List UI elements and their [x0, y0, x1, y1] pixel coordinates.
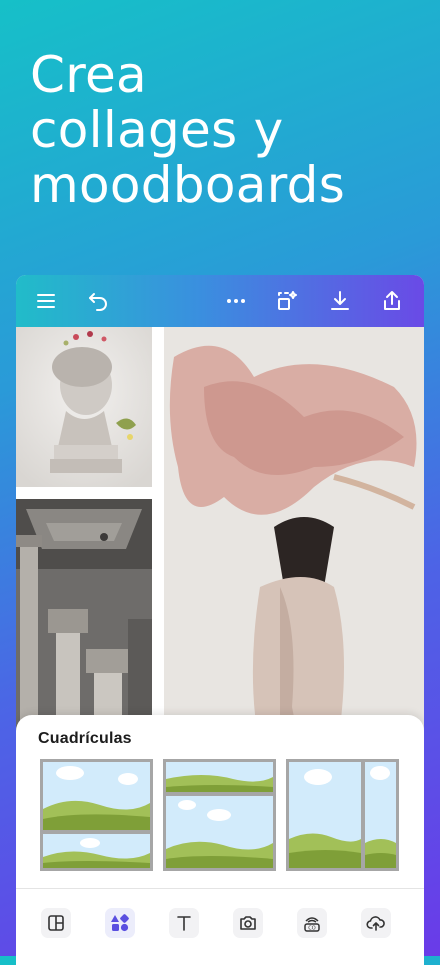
more-icon[interactable]	[224, 289, 248, 313]
grid-layout-two-rows[interactable]	[40, 759, 153, 871]
headline: Crea collages y moodboards	[30, 46, 346, 214]
share-icon[interactable]	[380, 289, 404, 313]
panel-divider	[16, 888, 424, 889]
magic-resize-icon[interactable]	[275, 289, 299, 313]
grid-layout-two-columns[interactable]	[286, 759, 399, 871]
svg-text:CO: CO	[308, 926, 315, 932]
text-icon[interactable]	[169, 908, 199, 938]
upload-cloud-icon[interactable]	[361, 908, 391, 938]
app-window: Cuadrículas CO	[16, 275, 424, 965]
undo-icon[interactable]	[86, 289, 110, 313]
elements-icon[interactable]	[105, 908, 135, 938]
layout-icon[interactable]	[41, 908, 71, 938]
photo-statue-bust[interactable]	[16, 327, 152, 487]
grids-panel: Cuadrículas CO	[16, 715, 424, 965]
photo-fabric-dancer[interactable]	[164, 327, 424, 767]
download-icon[interactable]	[328, 289, 352, 313]
panel-title: Cuadrículas	[38, 730, 132, 747]
grid-layout-three-rows[interactable]	[163, 759, 276, 871]
brand-icon[interactable]: CO	[297, 908, 327, 938]
editor-toolbar	[16, 275, 424, 327]
camera-icon[interactable]	[233, 908, 263, 938]
menu-icon[interactable]	[34, 289, 58, 313]
